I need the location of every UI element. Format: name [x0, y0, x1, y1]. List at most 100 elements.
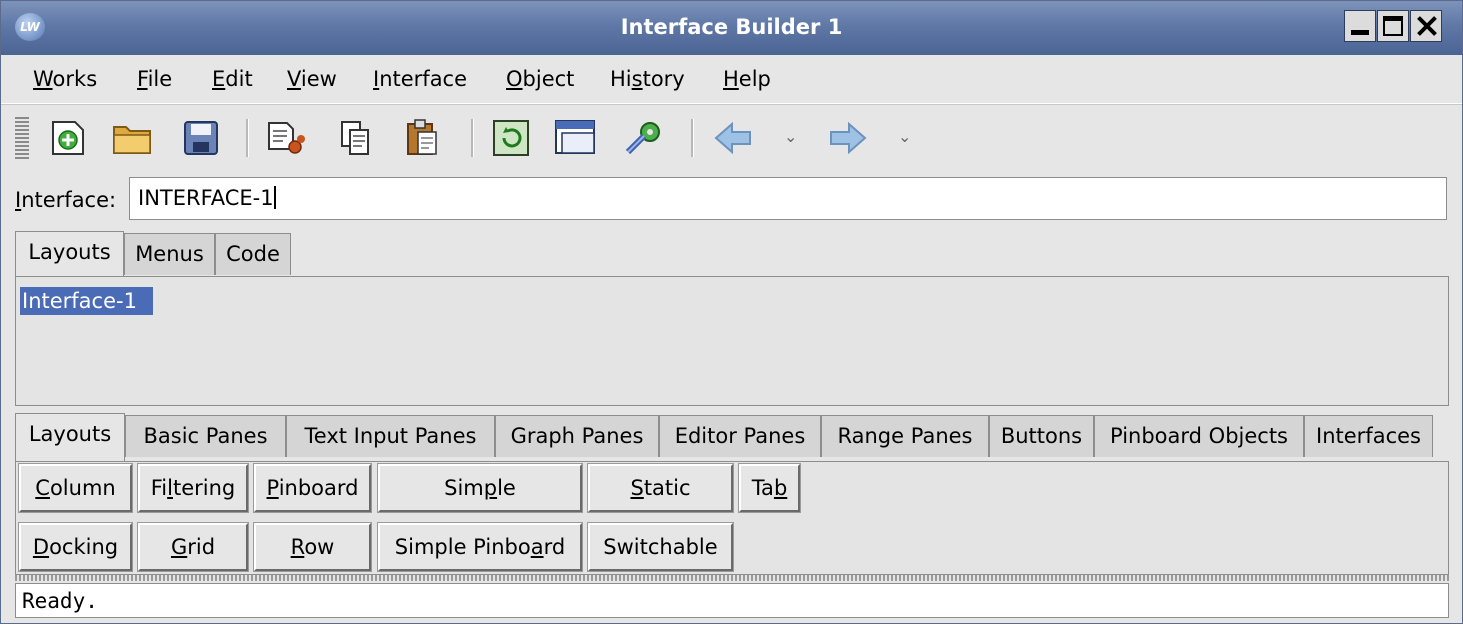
menu-mnemonic: s [631, 67, 643, 91]
settings-gear-icon[interactable] [623, 115, 667, 161]
button-mnemonic: b [773, 476, 788, 500]
menu-edit[interactable]: Edit [212, 67, 253, 91]
menu-mnemonic: F [137, 67, 148, 91]
list-item-interface-1[interactable]: Interface-1 [20, 287, 153, 315]
interface-label: Interface: [15, 188, 116, 212]
forward-dropdown-icon[interactable]: ⌄ [898, 127, 911, 146]
simple-layout-button[interactable]: Simple [377, 463, 583, 513]
menu-view[interactable]: View [287, 67, 337, 91]
pinboard-layout-button[interactable]: Pinboard [253, 463, 372, 513]
menu-label: elp [738, 67, 771, 91]
menu-history[interactable]: History [610, 67, 685, 91]
interface-name-value: INTERFACE-1 [138, 186, 274, 210]
menu-label: orks [52, 67, 98, 91]
button-label: Simple Pinbo [394, 535, 531, 559]
new-icon[interactable] [46, 115, 90, 161]
button-label: inboard [278, 476, 359, 500]
filtering-layout-button[interactable]: Filtering [137, 463, 249, 513]
palette-tab-text-input-panes[interactable]: Text Input Panes [286, 415, 495, 457]
refresh-icon[interactable] [489, 115, 533, 161]
button-label: ocking [49, 535, 119, 559]
menu-label: iew [300, 67, 337, 91]
status-bar: Ready. [15, 583, 1449, 618]
menu-file[interactable]: File [137, 67, 172, 91]
tab-code[interactable]: Code [215, 233, 291, 275]
pane-divider[interactable] [15, 575, 1449, 581]
menu-mnemonic: W [33, 67, 53, 91]
menu-interface[interactable]: Interface [373, 67, 467, 91]
interface-label-text: nterface: [21, 188, 117, 212]
button-mnemonic: G [170, 535, 188, 559]
menu-help[interactable]: Help [723, 67, 771, 91]
toolbar-separator [691, 119, 694, 157]
window-icon[interactable] [554, 115, 598, 161]
menu-label: Hi [610, 67, 632, 91]
button-mnemonic: C [35, 476, 50, 500]
menu-mnemonic: O [506, 67, 523, 91]
button-label: ow [304, 535, 335, 559]
palette-tab-interfaces[interactable]: Interfaces [1304, 415, 1433, 457]
tab-layout-button[interactable]: Tab [738, 463, 801, 513]
button-mnemonic: D [32, 535, 50, 559]
palette-tab-basic-panes[interactable]: Basic Panes [125, 415, 286, 457]
palette-tab-pinboard-objects[interactable]: Pinboard Objects [1094, 415, 1304, 457]
palette-tab-graph-panes[interactable]: Graph Panes [495, 415, 659, 457]
palette-tab-range-panes[interactable]: Range Panes [821, 415, 989, 457]
layouts-list-panel[interactable] [15, 276, 1449, 406]
column-layout-button[interactable]: Column [18, 463, 133, 513]
button-label: rd [543, 535, 566, 559]
toolbar-separator [471, 119, 474, 157]
switchable-layout-button[interactable]: Switchable [587, 522, 734, 572]
menu-works[interactable]: Works [33, 67, 97, 91]
menu-mnemonic: E [212, 67, 226, 91]
open-folder-icon[interactable] [111, 115, 155, 161]
button-mnemonic: R [290, 535, 305, 559]
maximize-button[interactable] [1377, 10, 1409, 42]
window-title: Interface Builder 1 [620, 15, 843, 39]
interface-name-input[interactable]: INTERFACE-1 [129, 177, 1447, 220]
menu-mnemonic: V [287, 67, 301, 91]
close-button[interactable] [1410, 10, 1442, 42]
palette-tab-buttons[interactable]: Buttons [989, 415, 1094, 457]
menu-label: bject [522, 67, 575, 91]
button-label: rid [187, 535, 216, 559]
menu-label: dit [225, 67, 253, 91]
row-layout-button[interactable]: Row [253, 522, 372, 572]
button-mnemonic: a [530, 535, 544, 559]
forward-arrow-icon[interactable] [826, 115, 870, 161]
toolbar-separator [246, 119, 249, 157]
toolbar: ⌄ ⌄ [1, 104, 1462, 172]
minimize-button[interactable] [1344, 10, 1376, 42]
menu-label: ile [147, 67, 173, 91]
paste-icon[interactable] [400, 115, 444, 161]
menu-bar: Works File Edit View Interface Object Hi… [1, 55, 1462, 104]
tab-layouts[interactable]: Layouts [15, 231, 124, 277]
button-mnemonic: P [266, 476, 279, 500]
back-arrow-icon[interactable] [711, 115, 755, 161]
back-dropdown-icon[interactable]: ⌄ [784, 127, 797, 146]
button-label: tatic [643, 476, 691, 500]
grid-layout-button[interactable]: Grid [137, 522, 249, 572]
button-label: Fi [150, 476, 168, 500]
copy-icon[interactable] [334, 115, 378, 161]
menu-label: nterface [379, 67, 468, 91]
button-label: tering [172, 476, 236, 500]
button-label: Sim [444, 476, 484, 500]
cut-icon[interactable] [264, 115, 308, 161]
static-layout-button[interactable]: Static [587, 463, 734, 513]
save-icon[interactable] [179, 115, 223, 161]
button-label: olumn [49, 476, 116, 500]
docking-layout-button[interactable]: Docking [18, 522, 133, 572]
tab-menus[interactable]: Menus [124, 233, 215, 275]
title-bar[interactable]: LW Interface Builder 1 [1, 1, 1462, 55]
button-label: le [497, 476, 516, 500]
menu-object[interactable]: Object [506, 67, 574, 91]
text-caret [273, 186, 276, 209]
simple-pinboard-layout-button[interactable]: Simple Pinboard [377, 522, 583, 572]
interface-builder-window: LW Interface Builder 1 Works File Edit V… [0, 0, 1463, 624]
button-label: Switchable [603, 535, 718, 559]
toolbar-grip[interactable] [15, 117, 29, 161]
palette-tab-layouts[interactable]: Layouts [15, 413, 125, 463]
palette-tab-editor-panes[interactable]: Editor Panes [659, 415, 821, 457]
button-label: Ta [751, 476, 774, 500]
